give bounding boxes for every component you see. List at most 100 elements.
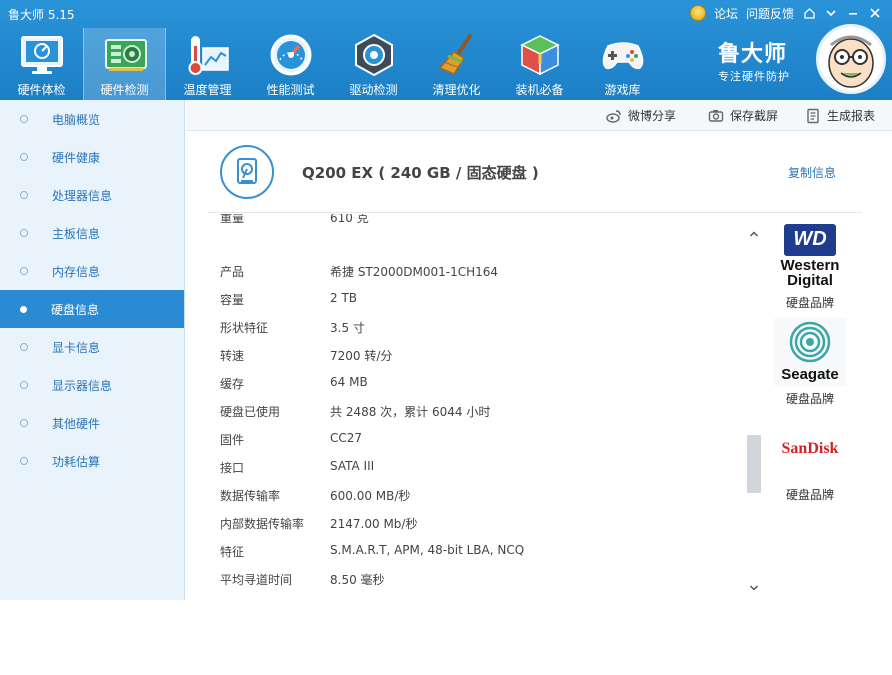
scroll-up-icon[interactable] (746, 228, 762, 244)
bullet-icon (20, 343, 28, 351)
weibo-share-label: 微博分享 (628, 109, 677, 123)
sidebar-item-disk[interactable]: 硬盘信息 (0, 290, 184, 328)
info-key: 接口 (220, 461, 245, 475)
sidebar-item-memory[interactable]: 内存信息 (0, 252, 184, 290)
brand-area: 鲁大师 专注硬件防护 (718, 24, 888, 100)
sidebar-item-overview[interactable]: 电脑概览 (0, 100, 184, 138)
skin-icon[interactable] (802, 6, 816, 20)
generate-report-label: 生成报表 (827, 109, 876, 123)
close-icon[interactable] (868, 6, 882, 20)
sidebar-item-label: 主板信息 (52, 226, 101, 241)
info-value: 7200 转/分 (330, 349, 393, 363)
info-row: 缓存 64 MB (208, 368, 738, 396)
content-toolbar: 微博分享 保存截屏 生成报表 (186, 100, 892, 131)
circuit-board-icon (105, 39, 147, 71)
gamepad-icon (602, 42, 644, 70)
monitor-check-icon (21, 36, 63, 74)
info-value: CC27 (330, 431, 363, 445)
app-title: 鲁大师 5.15 (8, 8, 75, 22)
info-row: 接口 SATA III (208, 452, 738, 480)
hard-disk-icon (220, 145, 274, 199)
wd-logo-mark: WD (793, 228, 827, 250)
sandisk-logo: SanDisk (774, 414, 846, 482)
nav-label: 硬件体检 (17, 83, 66, 97)
nav-temperature[interactable]: 温度管理 (166, 28, 249, 100)
sidebar-item-gpu[interactable]: 显卡信息 (0, 328, 184, 366)
nav-games[interactable]: 游戏库 (581, 28, 664, 100)
brand-wd[interactable]: WD Western Digital 硬盘品牌 (774, 222, 846, 311)
scroll-thumb[interactable] (747, 435, 761, 493)
sidebar-item-display[interactable]: 显示器信息 (0, 366, 184, 404)
top-header: 鲁大师 5.15 论坛 问题反馈 硬件体检 硬件检测 温度管理 性能测试 驱动检… (0, 0, 892, 100)
sandisk-logo-text: SanDisk (781, 440, 839, 457)
bullet-icon (20, 229, 28, 237)
minimize-icon[interactable] (846, 6, 860, 20)
driver-gear-icon (355, 33, 393, 77)
seagate-logo: Seagate (774, 318, 846, 386)
bullet-icon (20, 115, 28, 123)
sidebar-item-label: 处理器信息 (52, 188, 113, 203)
info-value: 600.00 MB/秒 (330, 489, 411, 503)
bullet-icon (20, 457, 28, 465)
sidebar-item-other[interactable]: 其他硬件 (0, 404, 184, 442)
brand-name: 鲁大师 (718, 42, 788, 67)
weibo-share-button[interactable]: 微博分享 (606, 107, 676, 124)
medal-icon[interactable] (689, 5, 706, 21)
info-row: 内部数据传输率 2147.00 Mb/秒 (208, 508, 738, 536)
sidebar-item-cpu[interactable]: 处理器信息 (0, 176, 184, 214)
sidebar-item-label: 内存信息 (52, 264, 101, 279)
bullet-icon (20, 153, 28, 161)
disk-info-list: 重量 610 克 产品 希捷 ST2000DM001-1CH164 容量 2 TB … (208, 214, 764, 600)
bullet-icon (20, 267, 28, 275)
bullet-icon (20, 305, 27, 313)
info-key: 特征 (220, 545, 245, 559)
sidebar-item-motherboard[interactable]: 主板信息 (0, 214, 184, 252)
sidebar-item-label: 功耗估算 (52, 454, 101, 469)
nav-hardware-detect[interactable]: 硬件检测 (83, 28, 166, 100)
disk-header: Q200 EX ( 240 GB / 固态硬盘 ) 复制信息 (208, 131, 862, 213)
broom-icon (438, 34, 472, 75)
forum-link[interactable]: 论坛 (714, 5, 738, 22)
generate-report-button[interactable]: 生成报表 (805, 107, 875, 124)
brand-seagate[interactable]: Seagate 硬盘品牌 (774, 318, 846, 407)
thermometer-icon (188, 36, 229, 75)
wd-logo-line1: Western (780, 257, 840, 274)
bullet-icon (20, 381, 28, 389)
mascot-avatar[interactable] (816, 24, 886, 94)
sidebar-item-power[interactable]: 功耗估算 (0, 442, 184, 480)
nav-cleanup[interactable]: 清理优化 (415, 28, 498, 100)
nav-label: 温度管理 (183, 83, 232, 97)
sidebar-item-health[interactable]: 硬件健康 (0, 138, 184, 176)
nav-hardware-check[interactable]: 硬件体检 (0, 28, 83, 100)
wd-logo-line2: Digital (787, 272, 833, 289)
disk-title: Q200 EX ( 240 GB / 固态硬盘 ) (302, 164, 539, 182)
sidebar-item-label: 显示器信息 (52, 378, 113, 393)
info-key: 形状特征 (220, 321, 269, 335)
info-scrollbar[interactable] (746, 228, 762, 598)
sidebar: 电脑概览 硬件健康 处理器信息 主板信息 内存信息 硬盘信息 显卡信息 显示器信… (0, 100, 185, 600)
brand-caption: 硬盘品牌 (785, 296, 834, 310)
nav-label: 装机必备 (515, 83, 564, 97)
nav-essentials[interactable]: 装机必备 (498, 28, 581, 100)
info-value: 共 2488 次，累计 6044 小时 (330, 405, 491, 419)
nav-performance[interactable]: 性能测试 (249, 28, 332, 100)
brand-sandisk[interactable]: SanDisk 硬盘品牌 (774, 414, 846, 503)
menu-chevron-icon[interactable] (824, 6, 838, 20)
info-key: 数据传输率 (220, 489, 281, 503)
info-row: 平均寻道时间 8.50 毫秒 (208, 564, 738, 592)
info-key: 硬盘已使用 (220, 405, 281, 419)
feedback-link[interactable]: 问题反馈 (746, 5, 794, 22)
bullet-icon (20, 191, 28, 199)
nav-driver[interactable]: 驱动检测 (332, 28, 415, 100)
brand-slogan: 专注硬件防护 (718, 70, 790, 83)
info-key: 转速 (220, 349, 245, 363)
save-screenshot-button[interactable]: 保存截屏 (708, 107, 778, 124)
copy-info-link[interactable]: 复制信息 (788, 164, 836, 181)
sidebar-item-label: 电脑概览 (52, 112, 101, 127)
info-row: 硬盘已使用 共 2488 次，累计 6044 小时 (208, 396, 738, 424)
seagate-swirl-icon (789, 321, 831, 363)
info-value: 3.5 寸 (330, 321, 365, 335)
info-row: 产品 希捷 ST2000DM001-1CH164 (208, 256, 738, 284)
info-key: 容量 (220, 293, 245, 307)
scroll-down-icon[interactable] (746, 582, 762, 598)
